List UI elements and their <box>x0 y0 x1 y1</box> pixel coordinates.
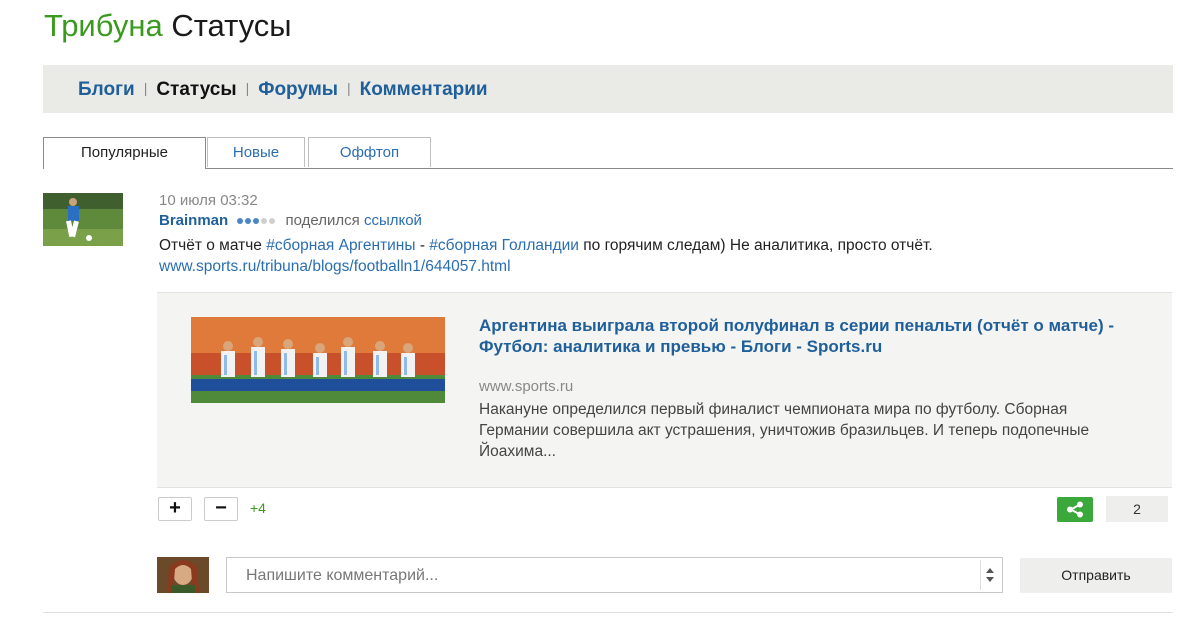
send-comment-button[interactable]: Отправить <box>1020 558 1172 593</box>
post-text-suffix: по горячим следам) Не аналитика, просто … <box>578 237 933 254</box>
rating-dot <box>245 218 252 224</box>
comment-box <box>226 557 1003 593</box>
comment-resize-spinner[interactable] <box>980 560 999 590</box>
author-avatar[interactable] <box>43 193 123 246</box>
rating-dot <box>237 218 244 224</box>
nav-separator: | <box>143 80 148 96</box>
post-text-prefix: Отчёт о матче <box>159 237 267 254</box>
shared-link-text[interactable]: ссылкой <box>364 212 422 229</box>
hashtag-argentina[interactable]: #сборная Аргентины <box>266 237 415 254</box>
top-nav: Блоги | Статусы | Форумы | Комментарии <box>43 65 1173 113</box>
page-title: Трибуна Статусы <box>44 6 292 46</box>
tab-bar: Популярные Новые Оффтоп <box>43 137 1173 169</box>
vote-score: +4 <box>250 500 266 516</box>
post-text-mid: - <box>415 237 430 254</box>
nav-item-forums[interactable]: Форумы <box>258 79 338 100</box>
post-date: 10 июля 03:32 <box>159 192 258 209</box>
divider <box>43 612 1173 613</box>
nav-item-statuses[interactable]: Статусы <box>156 79 236 100</box>
commenter-avatar <box>157 557 209 593</box>
hashtag-netherlands[interactable]: #сборная Голландии <box>429 237 579 254</box>
post-url-link[interactable]: www.sports.ru/tribuna/blogs/footballn1/6… <box>159 258 511 275</box>
tab-offtopic[interactable]: Оффтоп <box>308 137 431 167</box>
nav-separator: | <box>245 80 250 96</box>
chevron-up-icon[interactable] <box>986 568 994 573</box>
chevron-down-icon[interactable] <box>986 577 994 582</box>
tab-new[interactable]: Новые <box>207 137 305 167</box>
upvote-button[interactable]: + <box>158 497 192 521</box>
post-author-line: Brainman поделился ссылкой <box>159 212 422 229</box>
share-icon <box>1067 501 1083 518</box>
post-text: Отчёт о матче #сборная Аргентины - #сбор… <box>159 235 1149 277</box>
rating-dots <box>237 211 277 228</box>
nav-item-comments[interactable]: Комментарии <box>360 79 488 100</box>
tab-popular[interactable]: Популярные <box>43 137 206 169</box>
shared-text: поделился <box>285 212 360 229</box>
section-name: Статусы <box>171 8 292 43</box>
comment-input[interactable] <box>244 566 968 586</box>
preview-image[interactable] <box>191 317 445 403</box>
link-preview: Аргентина выиграла второй полуфинал в се… <box>157 292 1172 488</box>
preview-description: Накануне определился первый финалист чем… <box>479 401 1090 460</box>
brand-name: Трибуна <box>44 8 163 43</box>
downvote-button[interactable]: − <box>204 497 238 521</box>
share-count: 2 <box>1106 496 1168 522</box>
author-name[interactable]: Brainman <box>159 212 228 229</box>
preview-title-link[interactable]: Аргентина выиграла второй полуфинал в се… <box>479 315 1139 357</box>
preview-domain: www.sports.ru <box>479 378 574 395</box>
nav-item-blogs[interactable]: Блоги <box>78 79 135 100</box>
rating-dot <box>253 218 260 224</box>
rating-dot <box>261 218 268 224</box>
nav-separator: | <box>347 80 351 96</box>
rating-dot <box>269 218 276 224</box>
share-button[interactable] <box>1057 497 1093 522</box>
